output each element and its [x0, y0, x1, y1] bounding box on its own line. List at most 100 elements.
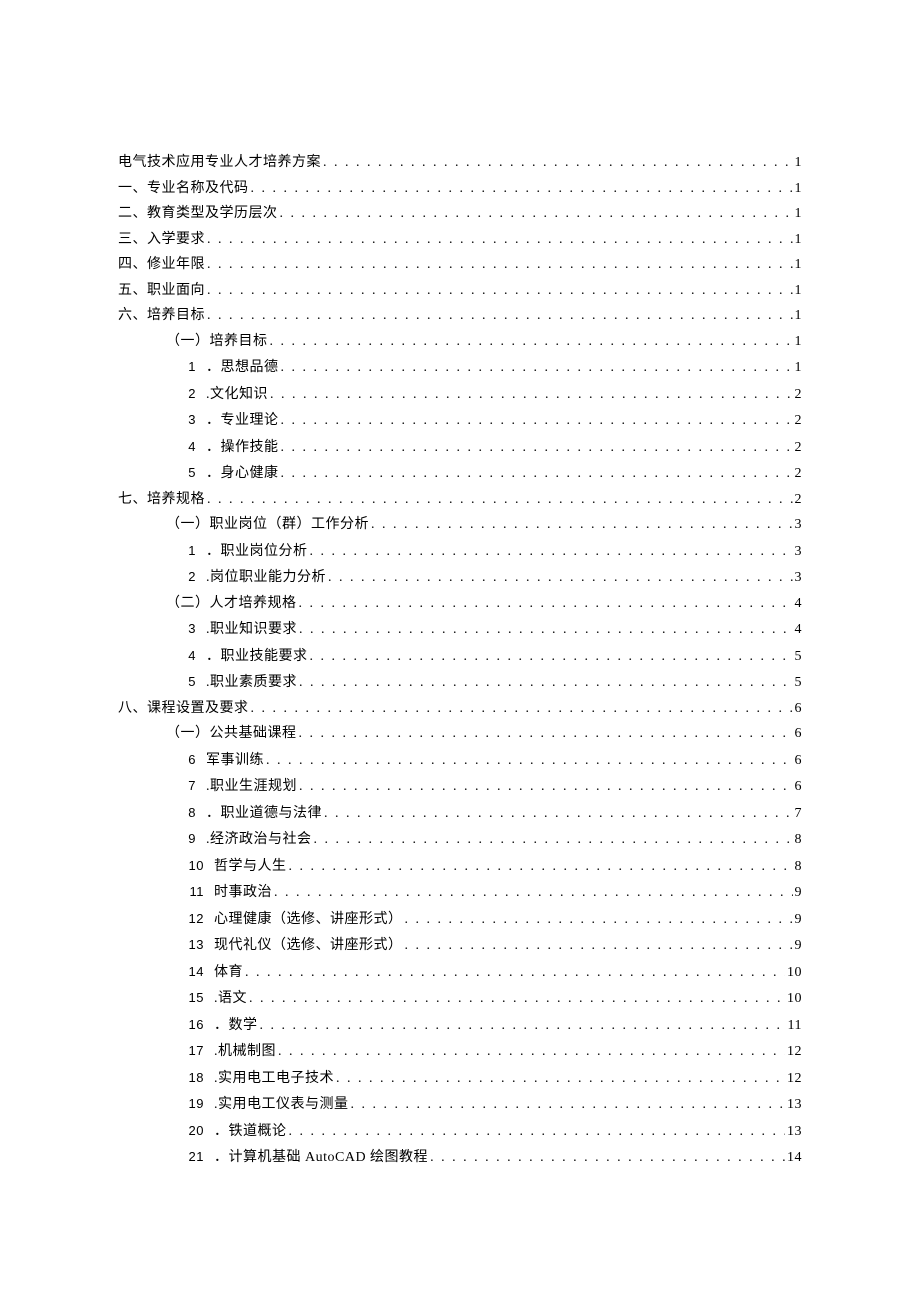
toc-entry-title: 八、课程设置及要求: [118, 696, 249, 722]
toc-entry-title: 一、专业名称及代码: [118, 176, 249, 202]
toc-leader-dots: [281, 408, 793, 434]
toc-entry-page: 6: [795, 721, 803, 747]
page: 电气技术应用专业人才培养方案 1 一、专业名称及代码 1 二、教育类型及学历层次 1 三、入…: [0, 0, 920, 1301]
toc-entry-text: .岗位职业能力分析: [206, 570, 326, 585]
toc-entry-page: 7: [795, 801, 803, 827]
toc-entry-text: 体育: [214, 965, 243, 980]
toc-leader-dots: [299, 670, 793, 696]
toc-entry-title: 3.职业知识要求: [186, 616, 297, 643]
toc-entry: 7 .职业生涯规划 6: [118, 773, 802, 800]
toc-entry: 10哲学与人生8: [118, 853, 802, 880]
toc-leader-dots: [299, 774, 793, 800]
toc-entry-text: 四、修业年限: [118, 257, 205, 272]
toc-entry-number: 12: [186, 906, 204, 932]
toc-entry: 9.经济政治与社会8: [118, 826, 802, 853]
toc-entry-title: 二、教育类型及学历层次: [118, 201, 278, 227]
toc-entry-title: 1 ．思想品德: [186, 354, 279, 381]
toc-entry-text: .职业素质要求: [206, 675, 297, 690]
toc-entry-text: ．职业岗位分析: [206, 544, 308, 559]
toc-entry-title: 12心理健康（选修、讲座形式）: [186, 906, 403, 933]
toc-entry-title: 5．身心健康: [186, 460, 279, 487]
toc-entry-number: 18: [186, 1065, 204, 1091]
toc-entry-title: 4．职业技能要求: [186, 643, 308, 670]
toc-entry-title: 6军事训练: [186, 747, 264, 774]
toc-entry-title: 四、修业年限: [118, 252, 205, 278]
toc-entry-title: 19.实用电工仪表与测量: [186, 1091, 349, 1118]
toc-entry-page: 1: [795, 201, 803, 227]
toc-entry-text: .实用电工电子技术: [214, 1071, 334, 1086]
toc-entry-number: 19: [186, 1091, 204, 1117]
toc-leader-dots: [281, 435, 793, 461]
toc-entry-text: .经济政治与社会: [206, 832, 312, 847]
toc-leader-dots: [351, 1092, 786, 1118]
toc-entry-page: 1: [795, 150, 803, 176]
toc-leader-dots: [281, 355, 793, 381]
toc-entry: 4．操作技能2: [118, 434, 802, 461]
toc-entry-page: 2: [795, 461, 803, 487]
toc-entry-text: 电气技术应用专业人才培养方案: [118, 155, 321, 170]
toc-entry: 七、培养规格2: [118, 487, 802, 513]
toc-entry: 四、修业年限1: [118, 252, 802, 278]
toc-entry-title: 4．操作技能: [186, 434, 279, 461]
toc-entry-text: .文化知识: [206, 387, 268, 402]
toc-entry: 17.机械制图12: [118, 1038, 802, 1065]
toc-entry-number: 2: [186, 564, 196, 590]
toc-entry-title: 五、职业面向: [118, 278, 205, 304]
toc-entry: 13现代礼仪（选修、讲座形式）9: [118, 932, 802, 959]
toc-leader-dots: [289, 1119, 786, 1145]
toc-entry-number: 1: [186, 354, 196, 380]
toc-entry-text: 军事训练: [206, 753, 264, 768]
toc-entry-text: .职业知识要求: [206, 622, 297, 637]
toc-entry-title: 2.文化知识: [186, 381, 268, 408]
toc-entry: 1 ．思想品德 1: [118, 354, 802, 381]
toc-leader-dots: [310, 539, 793, 565]
toc-leader-dots: [328, 565, 793, 591]
toc-entry: 1．职业岗位分析3: [118, 538, 802, 565]
toc-entry: （二）人才培养规格4: [118, 591, 802, 617]
toc-entry-title: 1．职业岗位分析: [186, 538, 308, 565]
toc-entry-text: ．思想品德: [206, 360, 279, 375]
table-of-contents: 电气技术应用专业人才培养方案 1 一、专业名称及代码 1 二、教育类型及学历层次 1 三、入…: [118, 150, 802, 1171]
toc-entry: 8．职业道德与法律 7: [118, 800, 802, 827]
toc-entry-number: 11: [186, 879, 204, 905]
toc-entry-text: （一）培养目标: [166, 334, 268, 349]
toc-entry-number: 7: [186, 773, 196, 799]
toc-entry-page: 4: [795, 617, 803, 643]
toc-entry: 5.职业素质要求5: [118, 669, 802, 696]
toc-leader-dots: [405, 907, 793, 933]
toc-leader-dots: [323, 150, 793, 176]
toc-entry: 20．铁道概论13: [118, 1118, 802, 1145]
toc-entry-number: 4: [186, 643, 196, 669]
toc-entry-title: 10哲学与人生: [186, 853, 287, 880]
toc-entry-page: 6: [795, 774, 803, 800]
toc-entry-text: （一）职业岗位（群）工作分析: [166, 517, 369, 532]
toc-entry-page: 1: [795, 329, 803, 355]
toc-entry-page: 3: [795, 512, 803, 538]
toc-entry-number: 16: [186, 1012, 204, 1038]
toc-entry-text: .机械制图: [214, 1044, 276, 1059]
toc-entry-number: 17: [186, 1038, 204, 1064]
toc-leader-dots: [299, 617, 793, 643]
toc-entry: （一）培养目标 1: [118, 329, 802, 355]
toc-entry: 一、专业名称及代码 1: [118, 176, 802, 202]
toc-entry-title: 三、入学要求: [118, 227, 205, 253]
toc-entry: 八、课程设置及要求 6: [118, 696, 802, 722]
toc-entry-page: 5: [795, 670, 803, 696]
toc-entry-text: .语文: [214, 991, 247, 1006]
toc-leader-dots: [310, 644, 793, 670]
toc-entry-title: 2 .岗位职业能力分析: [186, 564, 326, 591]
toc-entry-number: 10: [186, 853, 204, 879]
toc-entry-page: 1: [795, 355, 803, 381]
toc-entry-page: 2: [795, 408, 803, 434]
toc-entry-title: 8．职业道德与法律: [186, 800, 322, 827]
toc-entry: 4．职业技能要求5: [118, 643, 802, 670]
toc-entry: 14体育10: [118, 959, 802, 986]
toc-entry-page: 1: [795, 176, 803, 202]
toc-entry-number: 5: [186, 460, 196, 486]
toc-leader-dots: [251, 696, 793, 722]
toc-entry: 6军事训练6: [118, 747, 802, 774]
toc-entry-page: 6: [795, 696, 803, 722]
toc-leader-dots: [278, 1039, 785, 1065]
toc-entry-text: .职业生涯规划: [206, 779, 297, 794]
toc-entry-number: 14: [186, 959, 204, 985]
